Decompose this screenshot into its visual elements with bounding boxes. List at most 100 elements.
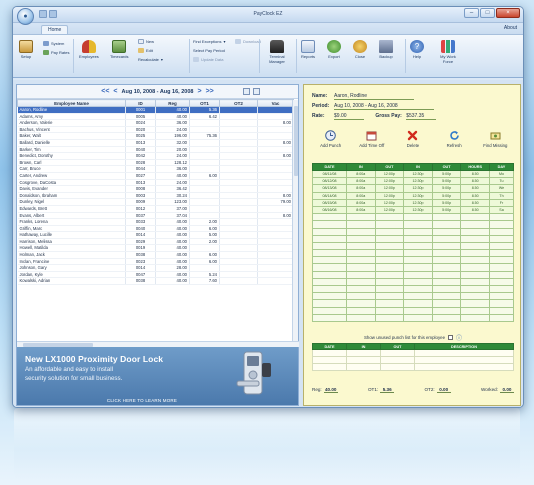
table-row[interactable]: Johnson, Gary 0014 28.00 (17, 264, 294, 272)
table-row[interactable]: 08/12/08 8:00a 12:00p 12:30p 5:00p 8.50 Tu (312, 177, 514, 186)
find-exceptions-button[interactable]: Find Exceptions ▾ (193, 39, 225, 44)
table-row[interactable]: Inclan, Francine 0023 40.00 6.00 (17, 258, 294, 266)
table-row[interactable]: Evans, Albert 0037 37.04 8.00 (17, 212, 294, 220)
table-row[interactable]: Jordan, Kyle 0047 40.00 5.24 (17, 271, 294, 279)
table-row[interactable]: 08/14/08 8:00a 12:00p 12:30p 5:00p 8.50 Th (312, 191, 514, 200)
table-row[interactable] (312, 277, 514, 287)
scroll-thumb[interactable] (294, 106, 298, 176)
update-data-button[interactable]: Update Data (193, 57, 223, 62)
table-row[interactable]: 08/11/08 8:00a 12:00p 12:30p 5:00p 8.50 Mo (312, 169, 514, 179)
table-row[interactable] (312, 249, 514, 258)
table-row[interactable] (312, 263, 514, 272)
table-row[interactable] (312, 256, 514, 265)
recalculate-button[interactable]: Recalculate ▾ (138, 57, 163, 62)
refresh-button[interactable]: Refresh (437, 130, 471, 158)
pay-rates-button[interactable]: Pay Rates (43, 50, 69, 55)
table-row[interactable] (312, 313, 514, 322)
find-missing-button[interactable]: Find Missing (478, 130, 512, 158)
table-row[interactable] (312, 234, 514, 243)
table-row[interactable]: Holman, Jack 0038 40.00 6.00 (17, 251, 294, 259)
table-row[interactable]: Ballard, Danielle 0013 32.00 8.00 (17, 139, 294, 147)
table-row[interactable]: Baker, Walt 0025 196.00 75.36 (17, 132, 294, 140)
close-button[interactable]: Close (353, 40, 367, 59)
table-row[interactable] (312, 241, 514, 251)
prev-period-button[interactable]: < (113, 88, 117, 95)
print-icon[interactable] (253, 88, 260, 95)
table-row[interactable]: 08/13/08 8:00a 12:00p 12:30p 5:00p 8.50 We (312, 184, 514, 193)
unused-punch-toggle[interactable]: Show unused punch list for this employee… (364, 333, 462, 342)
table-row[interactable]: Carr, Bruce 0044 36.00 (17, 165, 294, 173)
reports-button[interactable]: Reports (301, 40, 315, 59)
column-header[interactable]: Employee Name (17, 99, 126, 107)
setup-button[interactable]: Setup (19, 40, 33, 59)
table-row[interactable]: Griffin, Marc 0040 40.00 6.00 (17, 225, 294, 233)
unused-punch-checkbox[interactable] (448, 335, 454, 340)
table-row[interactable]: Barker, Tim 0040 20.00 (17, 146, 294, 154)
grid-view-icon[interactable] (243, 88, 250, 95)
app-menu-button[interactable]: ● (17, 8, 34, 25)
table-row[interactable]: Edwards, Brett 0012 37.00 (17, 205, 294, 213)
table-cell (489, 227, 514, 236)
table-row[interactable] (312, 306, 514, 315)
timecards-button[interactable]: Timecards (110, 40, 129, 59)
last-period-button[interactable]: >> (206, 88, 214, 95)
help-circle-icon[interactable]: ⓘ (456, 333, 462, 342)
table-row[interactable]: 08/15/08 8:00a 12:00p 12:30p 5:00p 8.50 Fr (312, 198, 514, 207)
column-header[interactable]: ID (125, 99, 156, 107)
table-row[interactable] (312, 356, 514, 364)
maximize-button[interactable]: □ (480, 8, 495, 18)
table-row[interactable]: Cosgrove, DaCosta 0013 24.00 (17, 179, 294, 187)
table-row[interactable] (312, 213, 514, 222)
edit-button[interactable]: Edit (138, 48, 153, 53)
export-button[interactable]: Export (327, 40, 341, 59)
close-window-button[interactable]: × (496, 8, 520, 18)
table-row[interactable]: Carter, Andrew 0027 40.00 6.00 (17, 172, 294, 180)
table-row[interactable]: Davis, Evander 0008 36.42 (17, 185, 294, 193)
table-row[interactable]: Kowalski, Adrian 0038 40.00 7.60 (17, 277, 294, 286)
table-row[interactable] (312, 349, 514, 357)
minimize-button[interactable]: – (464, 8, 479, 18)
my-work-force-button[interactable]: My Work Force (435, 40, 461, 64)
column-header[interactable]: OT1 (189, 99, 220, 107)
add-punch-button[interactable]: Add Punch (314, 130, 348, 158)
help-button[interactable]: ? Help (410, 40, 424, 59)
about-link[interactable]: About (504, 25, 517, 31)
system-button[interactable]: System (43, 41, 64, 46)
table-row[interactable]: Hathaway, Lucille 0014 40.00 5.00 (17, 231, 294, 239)
table-row[interactable]: Howell, Matilda 0019 40.00 (17, 244, 294, 253)
ad-learn-more-link[interactable]: CLICK HERE TO LEARN MORE (67, 398, 217, 405)
first-period-button[interactable]: << (101, 88, 109, 95)
table-row[interactable] (312, 292, 514, 301)
table-row[interactable]: Benedict, Dorothy 0042 24.00 8.00 (17, 152, 294, 160)
download-button[interactable]: Download (235, 39, 261, 44)
table-row[interactable]: Harrison, Melissa 0029 40.00 2.00 (17, 238, 294, 246)
table-row[interactable]: Anderson, Valerie 0024 36.00 8.00 (17, 119, 294, 127)
table-row[interactable]: 08/16/08 8:00a 12:00p 12:30p 5:00p 8.50 Sa (312, 205, 514, 215)
table-row[interactable] (312, 220, 514, 229)
new-button[interactable]: New (138, 39, 154, 44)
table-row[interactable]: Donaldson, Ibraham 0003 30.24 8.00 (17, 192, 294, 200)
backup-button[interactable]: Backup (379, 40, 393, 59)
table-row[interactable]: Bachus, Vincent 0020 24.00 (17, 126, 294, 134)
table-row[interactable] (312, 270, 514, 279)
column-header[interactable]: Reg (155, 99, 190, 107)
table-row[interactable] (312, 284, 514, 294)
table-row[interactable]: Dunley, Nigel 0009 123.00 79.00 (17, 198, 294, 206)
table-row[interactable]: Brown, Carl 0028 128.12 (17, 159, 294, 167)
table-row[interactable] (312, 227, 514, 236)
table-row[interactable] (312, 299, 514, 308)
terminal-manager-button[interactable]: Terminal Manager (264, 40, 290, 64)
select-pay-period-button[interactable]: Select Pay Period (193, 48, 225, 53)
next-period-button[interactable]: > (197, 88, 201, 95)
column-header[interactable]: OT2 (219, 99, 258, 107)
column-header[interactable]: Vac (257, 99, 294, 107)
employees-button[interactable]: Employees (79, 40, 99, 59)
table-row[interactable]: Adams, Amy 0005 40.00 6.42 (17, 113, 294, 121)
table-row[interactable]: Aaron, Rodline 0001 40.00 5.36 (17, 106, 294, 114)
add-time-off-button[interactable]: Add Time Off (355, 130, 389, 158)
table-row[interactable]: Franks, Lorena 0033 40.00 2.00 (17, 218, 294, 226)
ad-banner[interactable]: New LX1000 Proximity Door Lock An afford… (17, 347, 298, 405)
vertical-scrollbar[interactable] (292, 100, 298, 341)
table-row[interactable] (312, 363, 514, 371)
delete-button[interactable]: Delete (396, 130, 430, 158)
